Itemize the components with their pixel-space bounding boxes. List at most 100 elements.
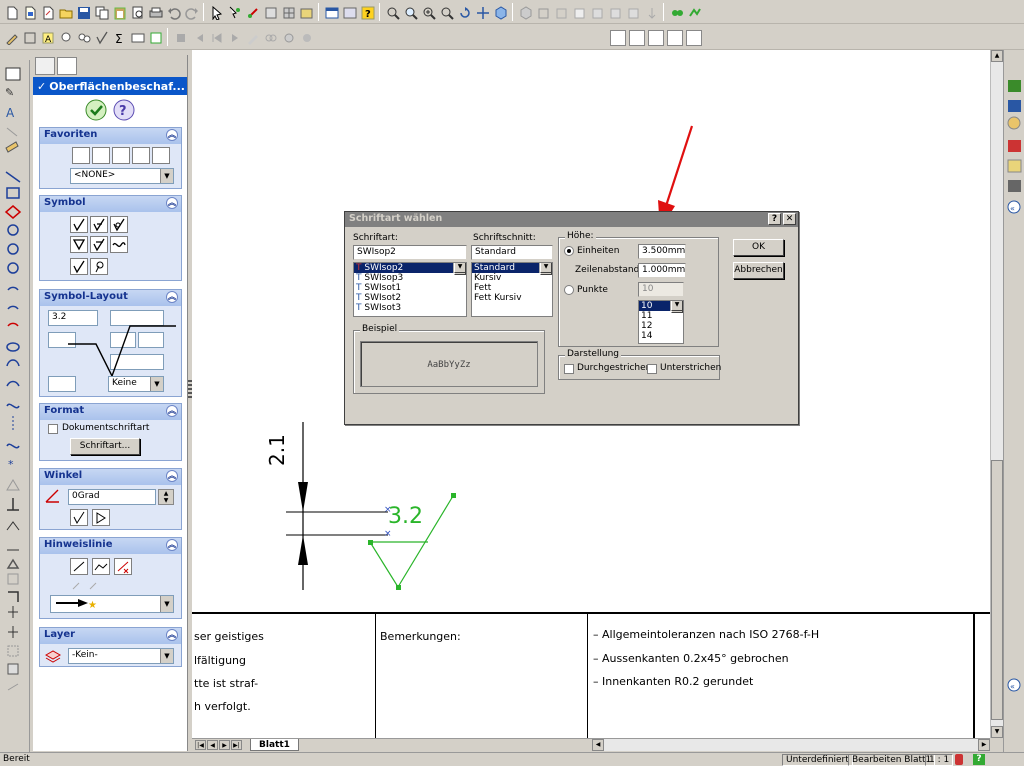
geometric-tolerance-icon[interactable] [129,29,145,45]
ok-button[interactable]: OK [733,239,784,256]
collapse-icon[interactable]: ︽ [166,405,178,417]
print-icon[interactable] [147,4,163,20]
autoballoon-icon[interactable] [75,29,91,45]
symbol-machining-prohibited-button[interactable] [110,216,128,233]
undo-icon[interactable] [165,4,181,20]
balloon-icon[interactable] [57,29,73,45]
collapse-icon[interactable]: ︽ [166,539,178,551]
font-option[interactable]: T SWIsop2 [354,263,466,273]
scroll-right-icon[interactable]: ▶ [978,739,990,751]
options-icon[interactable] [262,4,278,20]
align-top-icon[interactable] [667,30,683,46]
addin-2-icon[interactable] [686,4,702,20]
points-option[interactable]: 14 [639,331,683,341]
collapse-icon[interactable]: ︽ [166,129,178,141]
select-pointer-icon[interactable] [208,4,224,20]
font-list-scrollbar[interactable]: ▲▼ [453,263,466,275]
scroll-left-icon[interactable]: ◀ [592,739,604,751]
leader-straight-button[interactable] [70,558,88,575]
leader-none-button[interactable] [114,558,132,575]
help-status-icon[interactable]: ? [973,754,985,765]
line-spacing-input[interactable]: 1.000mm [638,263,686,278]
align-right-icon[interactable] [648,30,664,46]
property-manager-tab[interactable] [57,57,77,75]
feature-manager-tab[interactable] [35,57,55,75]
datum-feature-icon[interactable] [147,29,163,45]
collapse-icon[interactable]: ︽ [166,470,178,482]
font-option[interactable]: T SWIsop3 [354,273,466,283]
symbol-header[interactable]: Symbol ︽ [40,196,181,212]
zoom-selection-icon[interactable] [438,4,454,20]
new-from-template-icon[interactable] [21,4,37,20]
favoriten-combo[interactable]: <NONE> ▼ [70,168,174,184]
add-favorite-icon[interactable] [92,147,110,164]
window-icon[interactable] [323,4,339,20]
delete-favorite-icon[interactable] [112,147,130,164]
scroll-down-icon[interactable]: ▼ [991,726,1003,738]
align-center-icon[interactable] [629,30,645,46]
scroll-thumb[interactable] [991,460,1003,720]
next-sheet-button[interactable]: ▶ [219,740,230,750]
redo-icon[interactable] [183,4,199,20]
zoom-to-fit-icon[interactable] [384,4,400,20]
strikethrough-checkbox[interactable] [564,364,574,374]
symbol-wave-button[interactable] [110,236,128,253]
note-icon[interactable]: A [39,29,55,45]
help-button[interactable]: ? [113,99,135,121]
symbol-jis-button[interactable] [90,236,108,253]
font-button[interactable]: Schriftart... [70,438,140,455]
underline-checkbox[interactable] [647,364,657,374]
dimension-label[interactable]: 2.1 [265,434,297,466]
symbol-basic-button[interactable] [70,216,88,233]
layer-icon[interactable] [298,4,314,20]
collapse-icon[interactable]: ︽ [166,629,178,641]
new-drawing-icon[interactable] [39,4,55,20]
style-list-scrollbar[interactable]: ▲▼ [539,263,552,275]
help-icon[interactable]: ? [359,4,375,20]
rotate-perpendicular-button[interactable] [92,509,110,526]
font-list[interactable]: T SWIsop2 T SWIsop3 T SWIsot1 T SWIsot2 … [353,262,467,317]
open-folder-icon[interactable] [57,4,73,20]
scale-readout[interactable]: 1 : 1 [925,754,954,766]
arrow-style-combo[interactable]: ★ ▼ [50,595,174,613]
style-option[interactable]: Fett Kursiv [472,293,552,303]
zoom-area-icon[interactable] [402,4,418,20]
cancel-button[interactable]: Abbrechen [733,262,784,279]
select-filter-icon[interactable] [226,4,242,20]
sketch-tool-icons[interactable]: ✎ A * [0,60,30,720]
favoriten-header[interactable]: Favoriten ︽ [40,128,181,144]
paste-icon[interactable] [111,4,127,20]
scroll-down-icon[interactable]: ▼ [540,263,552,273]
font-option[interactable]: T SWIsot3 [354,303,466,313]
layer-combo[interactable]: -Kein- ▼ [68,648,174,664]
align-bottom-icon[interactable] [686,30,702,46]
pan-icon[interactable] [474,4,490,20]
font-option[interactable]: T SWIsot2 [354,293,466,303]
points-option[interactable]: 12 [639,321,683,331]
zoom-in-icon[interactable] [420,4,436,20]
scroll-down-icon[interactable]: ▼ [671,301,683,311]
units-radio[interactable] [564,246,574,256]
horizontal-scrollbar[interactable]: ◀ ▶ [592,738,990,751]
format-header[interactable]: Format ︽ [40,404,181,420]
print-preview-icon[interactable] [129,4,145,20]
grid-icon[interactable] [280,4,296,20]
symbol-around-button[interactable] [90,258,108,275]
winkel-header[interactable]: Winkel ︽ [40,469,181,485]
font-option[interactable]: T SWIsot1 [354,283,466,293]
symbol-triangle-button[interactable] [70,236,88,253]
copy-icon[interactable] [93,4,109,20]
model-items-icon[interactable] [21,29,37,45]
scroll-down-icon[interactable]: ▼ [454,263,466,273]
rebuild-icon[interactable] [244,4,260,20]
prev-sheet-button[interactable]: ◀ [207,740,218,750]
window-layout-icon[interactable] [341,4,357,20]
sheet-tab-blatt1[interactable]: Blatt1 [250,739,299,751]
angle-spinner[interactable]: ▲ ▼ [158,489,174,505]
lay-direction-combo[interactable]: Keine ▼ [108,376,164,392]
points-input[interactable]: 10 [638,282,684,297]
document-font-checkbox[interactable] [48,424,58,434]
scroll-up-icon[interactable]: ▲ [991,50,1003,62]
style-option[interactable]: Fett [472,283,552,293]
surface-finish-value[interactable]: 3.2 [388,504,423,529]
